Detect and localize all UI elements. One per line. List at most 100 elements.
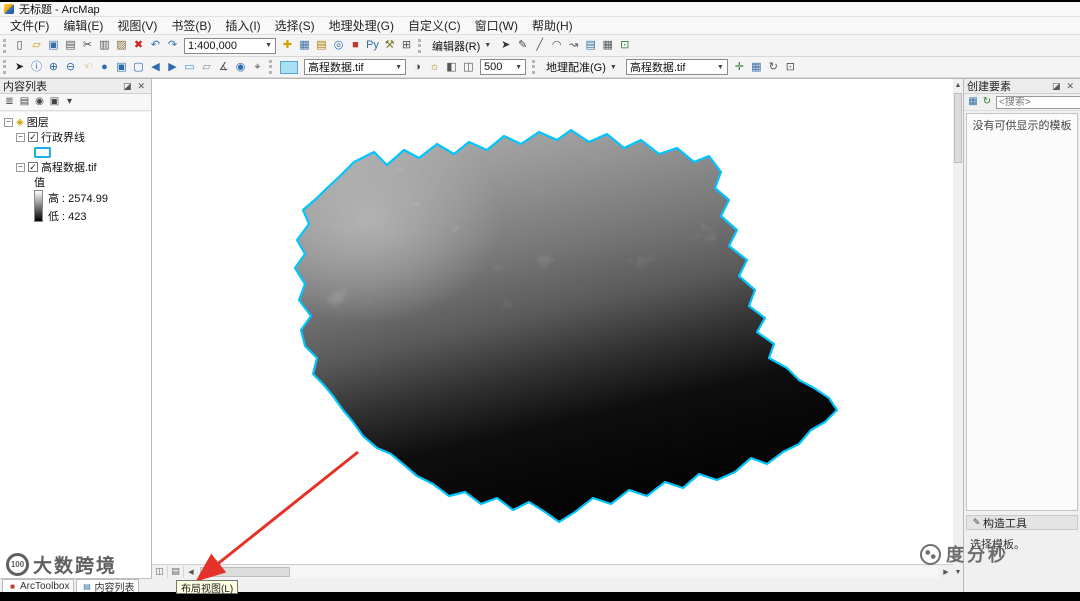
- open-folder-icon[interactable]: ▱: [28, 38, 45, 54]
- trace-tool-icon[interactable]: ↝: [565, 38, 582, 54]
- toolbar-grip[interactable]: [3, 38, 8, 53]
- search-icon[interactable]: ◎: [330, 38, 347, 54]
- map-view[interactable]: ◫ ▤ ◀ ▶: [152, 78, 953, 578]
- select-elements-icon[interactable]: ➤: [11, 59, 28, 75]
- template-search-input[interactable]: [996, 95, 1080, 109]
- fixed-zoom-in-icon[interactable]: ▣: [113, 59, 130, 75]
- scroll-right-button[interactable]: ▶: [939, 566, 953, 578]
- arc-segment-icon[interactable]: ◠: [548, 38, 565, 54]
- toc-node-dem-layer[interactable]: − ✓ 高程数据.tif: [16, 160, 151, 174]
- collapse-icon[interactable]: −: [16, 162, 25, 172]
- zoom-in-icon[interactable]: ⊕: [45, 59, 62, 75]
- toolbar-grip[interactable]: [3, 60, 8, 74]
- organize-templates-icon[interactable]: ▦: [966, 96, 980, 109]
- toc-node-boundary-layer[interactable]: − ✓ 行政界线: [16, 130, 151, 144]
- menu-customize[interactable]: 自定义(C): [401, 16, 468, 35]
- toc-node-layers[interactable]: − ◈ 图层: [4, 115, 151, 129]
- tab-contents[interactable]: ▤ 内容列表: [76, 579, 140, 594]
- layer-visibility-checkbox[interactable]: ✓: [28, 132, 38, 142]
- list-by-selection-icon[interactable]: ▣: [47, 95, 62, 109]
- attributes-icon[interactable]: ▤: [582, 38, 599, 54]
- table-options-icon[interactable]: ▦: [296, 38, 313, 54]
- pin-icon[interactable]: ◪: [120, 81, 135, 92]
- hscroll-thumb[interactable]: [200, 566, 290, 577]
- rotate-icon[interactable]: ↻: [765, 59, 782, 75]
- vscroll-track[interactable]: [953, 91, 963, 566]
- flicker-rate-combo[interactable]: 500 ▼: [480, 59, 526, 75]
- fixed-zoom-out-icon[interactable]: ▢: [130, 59, 147, 75]
- undo-icon[interactable]: ↶: [147, 38, 164, 54]
- python-icon[interactable]: Py: [364, 38, 381, 54]
- find-icon[interactable]: ◉: [232, 59, 249, 75]
- vscroll-thumb[interactable]: [954, 93, 962, 163]
- map-horizontal-scrollbar[interactable]: ◫ ▤ ◀ ▶: [152, 564, 953, 578]
- full-extent-icon[interactable]: ●: [96, 59, 113, 75]
- go-to-xy-icon[interactable]: ⌖: [249, 59, 266, 75]
- close-icon[interactable]: ✕: [1063, 81, 1077, 92]
- print-icon[interactable]: ▤: [62, 38, 79, 54]
- redo-icon[interactable]: ↷: [164, 38, 181, 54]
- measure-icon[interactable]: ∡: [215, 59, 232, 75]
- menu-edit[interactable]: 编辑(E): [56, 16, 110, 35]
- effects-layer-combo[interactable]: 高程数据.tif ▼: [304, 59, 406, 75]
- collapse-icon[interactable]: −: [16, 132, 25, 142]
- delete-icon[interactable]: ✖: [130, 38, 147, 54]
- paste-icon[interactable]: ▨: [113, 38, 130, 54]
- refresh-templates-icon[interactable]: ↻: [980, 96, 994, 109]
- toolbar-grip[interactable]: [418, 38, 423, 53]
- link-table-icon[interactable]: ▦: [748, 59, 765, 75]
- data-view-button[interactable]: ◫: [152, 565, 168, 578]
- close-icon[interactable]: ✕: [134, 81, 148, 92]
- swipe-icon[interactable]: ◫: [460, 59, 477, 75]
- new-document-icon[interactable]: ▯: [11, 38, 28, 54]
- collapse-icon[interactable]: −: [4, 117, 13, 127]
- menu-selection[interactable]: 选择(S): [268, 16, 322, 35]
- editor-dropdown[interactable]: 编辑器(R) ▼: [426, 37, 497, 55]
- scroll-left-button[interactable]: ◀: [184, 566, 198, 578]
- list-by-drawing-order-icon[interactable]: ≣: [2, 95, 17, 109]
- save-icon[interactable]: ▣: [45, 38, 62, 54]
- list-by-source-icon[interactable]: ▤: [17, 95, 32, 109]
- menu-window[interactable]: 窗口(W): [468, 16, 525, 35]
- sketch-properties-icon[interactable]: ▦: [599, 38, 616, 54]
- toc-options-icon[interactable]: ▾: [62, 95, 77, 109]
- menu-view[interactable]: 视图(V): [110, 16, 164, 35]
- list-by-visibility-icon[interactable]: ◉: [32, 95, 47, 109]
- pin-icon[interactable]: ◪: [1049, 81, 1064, 92]
- next-extent-icon[interactable]: ▶: [164, 59, 181, 75]
- fill-color-swatch[interactable]: [280, 60, 298, 74]
- catalog-icon[interactable]: ▤: [313, 38, 330, 54]
- add-data-icon[interactable]: ✚: [279, 38, 296, 54]
- menu-file[interactable]: 文件(F): [3, 16, 56, 35]
- toolbar-grip[interactable]: [269, 60, 274, 74]
- scroll-up-button[interactable]: ▲: [953, 79, 963, 91]
- add-control-points-icon[interactable]: ✛: [731, 59, 748, 75]
- identify-icon[interactable]: ⓘ: [28, 59, 45, 75]
- pan-icon[interactable]: ☜: [79, 59, 96, 75]
- edit-tool-icon[interactable]: ➤: [497, 38, 514, 54]
- menu-geoprocessing[interactable]: 地理处理(G): [322, 16, 401, 35]
- menu-bookmarks[interactable]: 书签(B): [164, 16, 218, 35]
- map-scale-combo[interactable]: 1:400,000 ▼: [184, 37, 276, 54]
- zoom-out-icon[interactable]: ⊖: [62, 59, 79, 75]
- georeferencing-layer-combo[interactable]: 高程数据.tif ▼: [625, 59, 728, 75]
- layout-view-button[interactable]: ▤: [168, 565, 184, 578]
- sketch-tool-icon[interactable]: ✎: [514, 38, 531, 54]
- hscroll-track[interactable]: [198, 565, 939, 578]
- update-georeferencing-icon[interactable]: ⊡: [782, 59, 799, 75]
- cut-icon[interactable]: ✂: [79, 38, 96, 54]
- toolbar-grip[interactable]: [532, 60, 537, 74]
- arctoolbox-icon[interactable]: ■: [347, 38, 364, 54]
- tab-arctoolbox[interactable]: ■ ArcToolbox: [2, 579, 75, 592]
- contrast-icon[interactable]: ◑: [409, 59, 426, 75]
- brightness-icon[interactable]: ☼: [426, 59, 443, 75]
- menu-help[interactable]: 帮助(H): [525, 16, 580, 35]
- menu-insert[interactable]: 插入(I): [218, 16, 267, 35]
- toc-boundary-symbol-row[interactable]: [34, 145, 151, 159]
- map-vertical-scrollbar[interactable]: ▲ ▼: [953, 78, 963, 578]
- boundary-symbol-icon[interactable]: [34, 146, 51, 158]
- layer-visibility-checkbox[interactable]: ✓: [28, 162, 38, 172]
- create-features-icon[interactable]: ⊡: [616, 38, 633, 54]
- copy-icon[interactable]: ▥: [96, 38, 113, 54]
- modelbuilder-icon[interactable]: ⚒: [381, 38, 398, 54]
